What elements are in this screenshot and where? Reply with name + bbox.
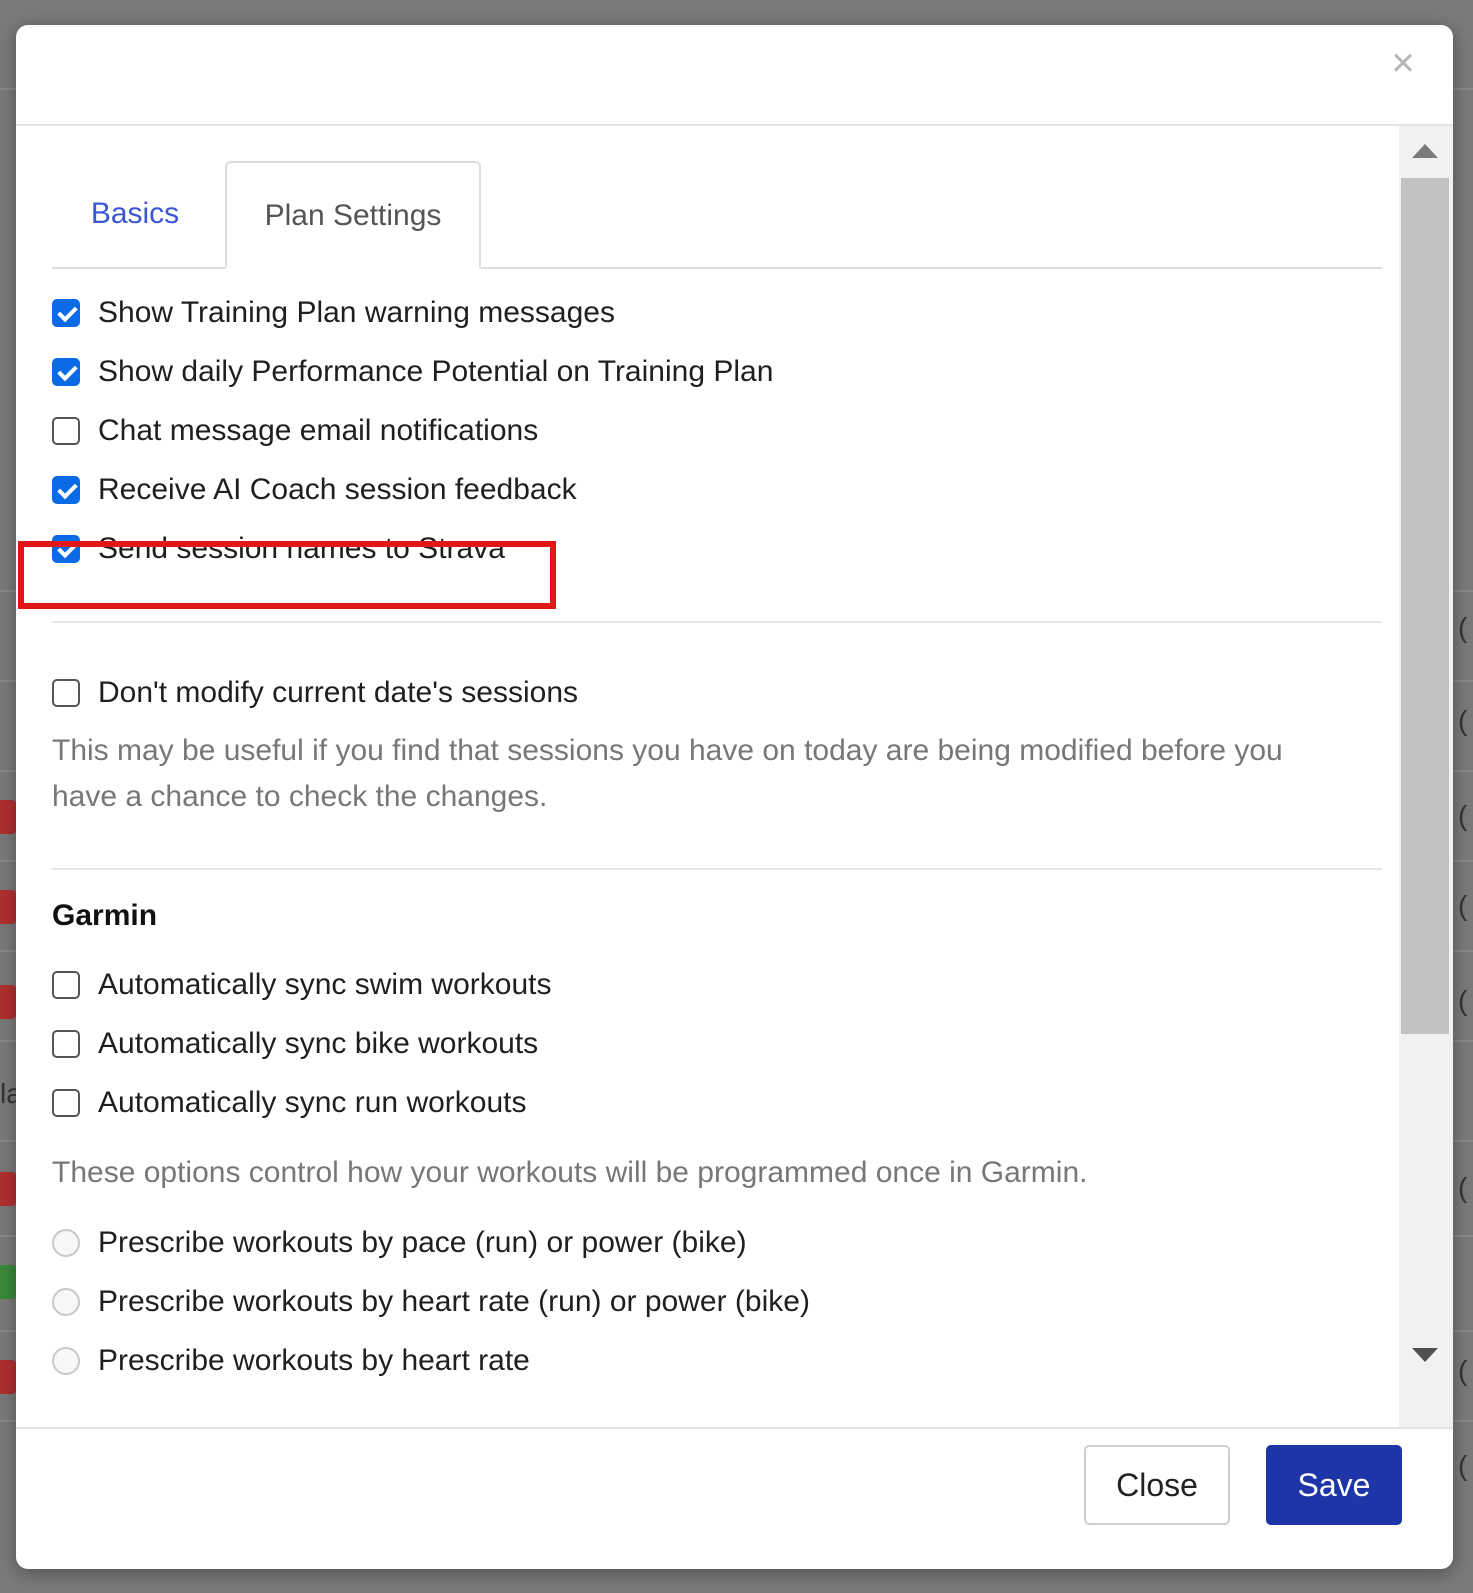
- setting-performance-potential[interactable]: Show daily Performance Potential on Trai…: [52, 352, 773, 392]
- scroll-down-arrow-icon[interactable]: [1412, 1348, 1438, 1362]
- bg-paren: (: [1458, 890, 1468, 921]
- setting-label: Don't modify current date's sessions: [98, 676, 578, 709]
- section-divider: [52, 621, 1382, 623]
- bg-tag: [0, 800, 16, 834]
- checkbox-checked[interactable]: [52, 476, 80, 504]
- setting-label: Automatically sync run workouts: [98, 1086, 527, 1119]
- setting-chat-email[interactable]: Chat message email notifications: [52, 411, 538, 451]
- setting-label: Prescribe workouts by pace (run) or powe…: [98, 1226, 747, 1259]
- bg-tag: [0, 985, 16, 1019]
- bg-paren: (: [1458, 705, 1468, 736]
- setting-label: Automatically sync bike workouts: [98, 1027, 539, 1060]
- garmin-sync-swim[interactable]: Automatically sync swim workouts: [52, 965, 551, 1005]
- modal-header: ×: [16, 25, 1453, 126]
- checkbox-unchecked[interactable]: [52, 417, 80, 445]
- garmin-help: These options control how your workouts …: [52, 1156, 1088, 1189]
- highlight-box: [18, 541, 556, 609]
- section-divider: [52, 868, 1382, 870]
- radio-button[interactable]: [52, 1347, 80, 1375]
- bg-paren: (: [1458, 1355, 1468, 1386]
- checkbox-checked[interactable]: [52, 358, 80, 386]
- prescribe-pace-power[interactable]: Prescribe workouts by pace (run) or powe…: [52, 1223, 747, 1263]
- bg-paren: (: [1458, 800, 1468, 831]
- checkbox-unchecked[interactable]: [52, 679, 80, 707]
- bg-partial-text: la: [0, 1078, 16, 1109]
- scroll-up-arrow-icon[interactable]: [1412, 144, 1438, 158]
- checkbox-checked[interactable]: [52, 299, 80, 327]
- setting-label: Prescribe workouts by heart rate (run) o…: [98, 1285, 810, 1318]
- setting-label: Receive AI Coach session feedback: [98, 473, 577, 506]
- radio-button[interactable]: [52, 1229, 80, 1257]
- save-button[interactable]: Save: [1266, 1445, 1402, 1525]
- tab-basics[interactable]: Basics: [82, 161, 188, 267]
- setting-dont-modify[interactable]: Don't modify current date's sessions: [52, 673, 578, 713]
- radio-button[interactable]: [52, 1288, 80, 1316]
- modal-body: Basics Plan Settings Show Training Plan …: [16, 126, 1453, 1427]
- bg-tag: [0, 1265, 16, 1299]
- setting-label: Show Training Plan warning messages: [98, 296, 615, 329]
- prescribe-hr-power[interactable]: Prescribe workouts by heart rate (run) o…: [52, 1282, 810, 1322]
- tab-plan-settings[interactable]: Plan Settings: [225, 161, 481, 269]
- bg-paren: (: [1458, 1450, 1468, 1481]
- scrollbar[interactable]: [1399, 126, 1453, 1427]
- prescribe-hr[interactable]: Prescribe workouts by heart rate: [52, 1341, 530, 1381]
- setting-ai-coach-feedback[interactable]: Receive AI Coach session feedback: [52, 470, 577, 510]
- garmin-sync-run[interactable]: Automatically sync run workouts: [52, 1083, 527, 1123]
- setting-warning-messages[interactable]: Show Training Plan warning messages: [52, 293, 615, 333]
- modal-footer: Close Save: [16, 1427, 1453, 1569]
- settings-modal: × Basics Plan Settings Show Training Pla…: [16, 25, 1453, 1569]
- bg-paren: (: [1458, 1172, 1468, 1203]
- setting-label: Show daily Performance Potential on Trai…: [98, 355, 774, 388]
- bg-tag: [0, 890, 16, 924]
- checkbox-unchecked[interactable]: [52, 1089, 80, 1117]
- setting-label: Chat message email notifications: [98, 414, 539, 447]
- checkbox-unchecked[interactable]: [52, 1030, 80, 1058]
- bg-tag: [0, 1172, 16, 1206]
- setting-label: Prescribe workouts by heart rate: [98, 1344, 530, 1377]
- close-button[interactable]: Close: [1084, 1445, 1230, 1525]
- tab-bar: Basics Plan Settings: [52, 161, 1382, 269]
- bg-tag: [0, 1360, 16, 1394]
- dont-modify-help-line-1: This may be useful if you find that sess…: [52, 734, 1283, 767]
- scrollbar-thumb[interactable]: [1401, 178, 1449, 1034]
- setting-label: Automatically sync swim workouts: [98, 968, 552, 1001]
- bg-paren: (: [1458, 612, 1468, 643]
- garmin-sync-bike[interactable]: Automatically sync bike workouts: [52, 1024, 538, 1064]
- dont-modify-help-line-2: have a chance to check the changes.: [52, 780, 548, 813]
- checkbox-unchecked[interactable]: [52, 971, 80, 999]
- close-icon[interactable]: ×: [1383, 43, 1423, 83]
- bg-paren: (: [1458, 985, 1468, 1016]
- garmin-title: Garmin: [52, 899, 158, 932]
